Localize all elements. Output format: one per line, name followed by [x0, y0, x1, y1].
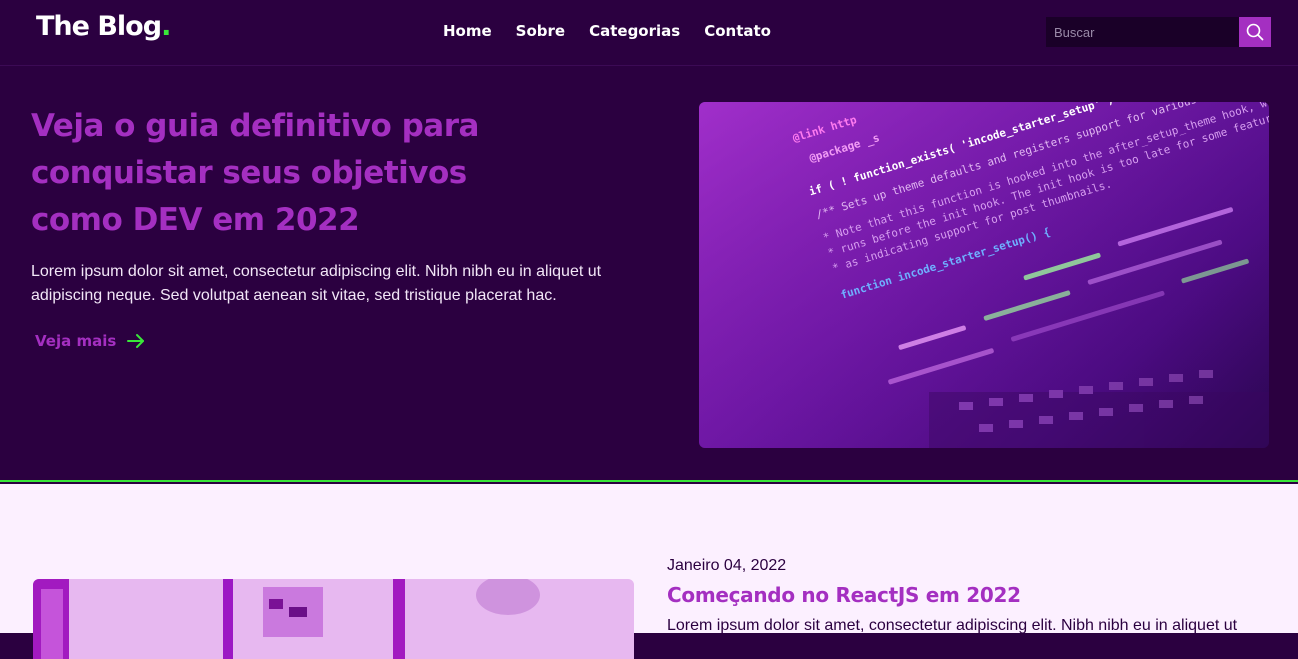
nav-contato[interactable]: Contato	[704, 22, 771, 40]
logo[interactable]: The Blog.	[36, 11, 171, 42]
post-excerpt: Lorem ipsum dolor sit amet, consectetur …	[667, 617, 1238, 634]
site-header: The Blog. Home Sobre Categorias Contato	[0, 0, 1298, 66]
search-button[interactable]	[1239, 17, 1271, 47]
hero-section: Veja o guia definitivo para conquistar s…	[0, 67, 1298, 482]
featured-post-section: Janeiro 04, 2022 Começando no ReactJS em…	[0, 484, 1298, 659]
veja-mais-link[interactable]: Veja mais	[35, 331, 146, 351]
post-thumbnail-illustration	[33, 579, 634, 659]
post-date: Janeiro 04, 2022	[667, 557, 787, 574]
arrow-right-icon	[127, 334, 145, 348]
main-nav: Home Sobre Categorias Contato	[443, 22, 771, 40]
nav-categorias[interactable]: Categorias	[589, 22, 680, 40]
nav-home[interactable]: Home	[443, 22, 492, 40]
search-icon	[1246, 23, 1264, 41]
logo-dot: .	[161, 11, 171, 42]
logo-text: The Blog	[36, 11, 162, 42]
post-thumbnail[interactable]	[33, 579, 634, 659]
nav-sobre[interactable]: Sobre	[516, 22, 565, 40]
post-title[interactable]: Começando no ReactJS em 2022	[667, 583, 1021, 607]
hero-description: Lorem ipsum dolor sit amet, consectetur …	[31, 263, 602, 304]
hero-code-image: @link http @package _s if ( ! function_e…	[699, 102, 1269, 448]
veja-mais-label: Veja mais	[35, 332, 117, 350]
code-screen-illustration: @link http @package _s if ( ! function_e…	[699, 102, 1269, 448]
hero-title: Veja o guia definitivo para conquistar s…	[31, 108, 479, 238]
search-input[interactable]	[1046, 17, 1239, 47]
search-bar	[1046, 17, 1271, 47]
